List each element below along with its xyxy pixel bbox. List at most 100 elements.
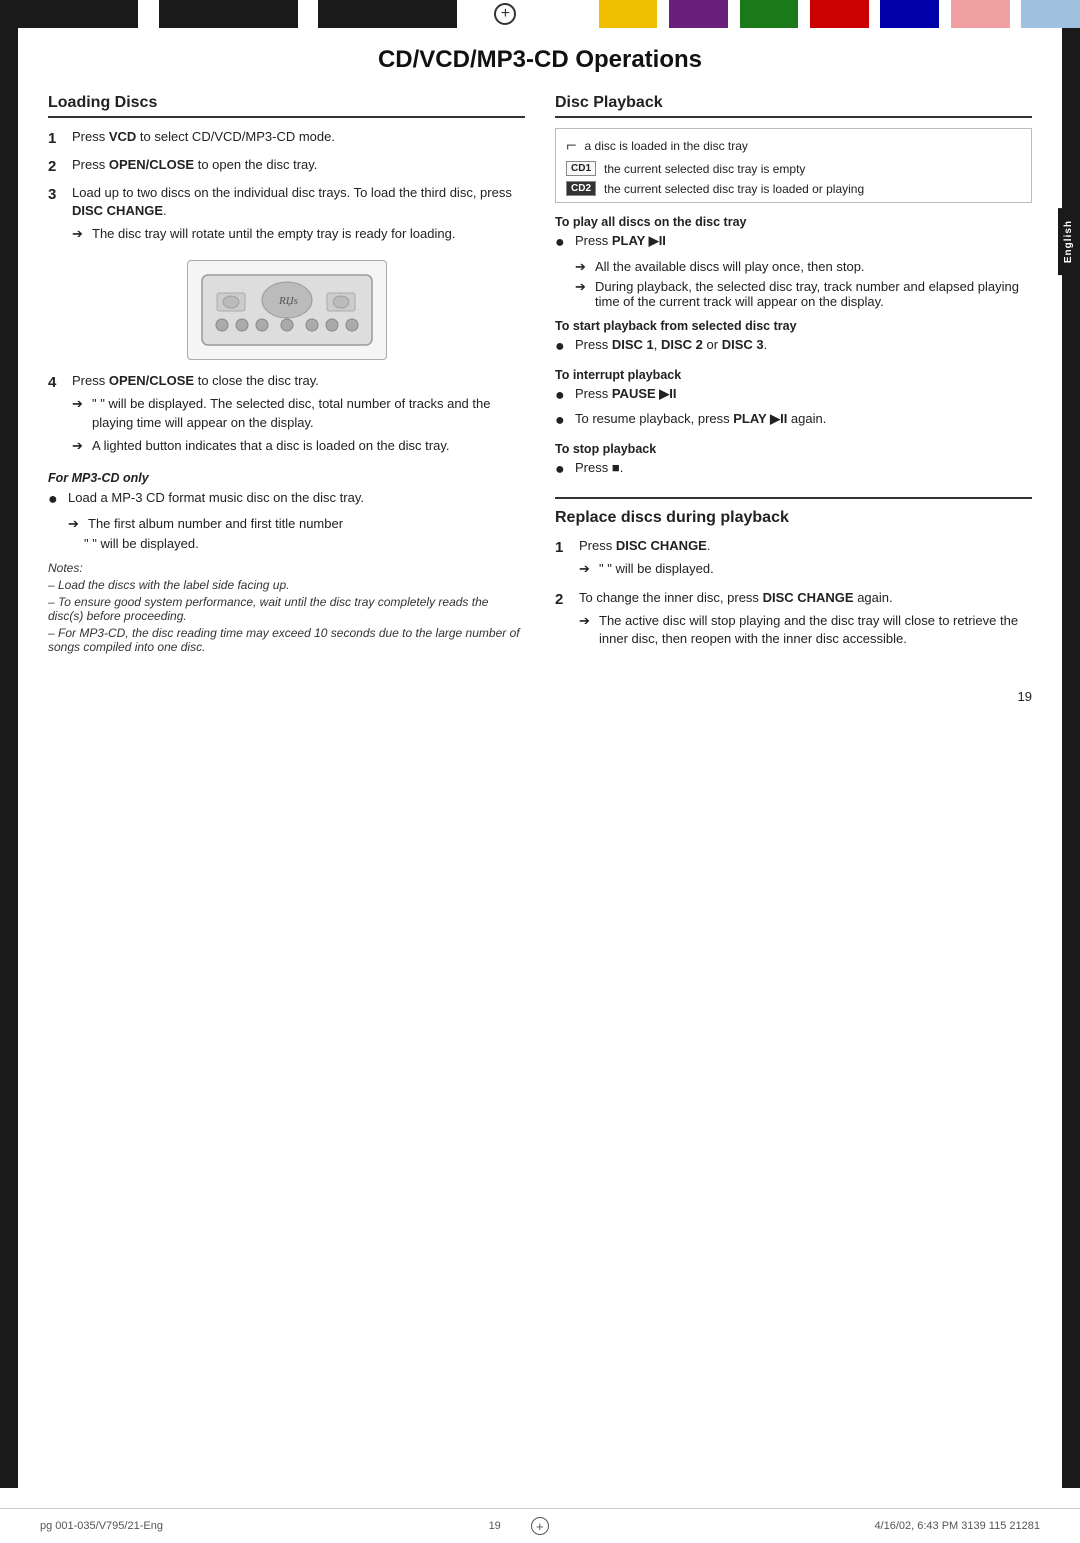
interrupt-title: To interrupt playback [555,368,1032,382]
play-all-title: To play all discs on the disc tray [555,215,1032,229]
interrupt-bullet-2: ● To resume playback, press PLAY ▶II aga… [555,411,1032,432]
list-item: 1 Press DISC CHANGE. ➔ " " will be displ… [555,537,1032,583]
step-num-3: 3 [48,184,66,249]
mp3-cd-section: For MP3-CD only ● Load a MP-3 CD format … [48,471,525,551]
bar-black-1 [0,0,138,28]
step-2-content: Press OPEN/CLOSE to open the disc tray. [72,156,525,178]
list-item: 2 Press OPEN/CLOSE to open the disc tray… [48,156,525,178]
page-wrapper: English CD/VCD/MP3-CD Operations Loading… [0,28,1080,1488]
note-3: – For MP3-CD, the disc reading time may … [48,626,525,654]
bar-pink [951,0,1010,28]
device-img-inner: RЏs [188,261,386,359]
main-content: English CD/VCD/MP3-CD Operations Loading… [18,28,1062,1488]
play-all-arrow1: ➔ All the available discs will play once… [575,259,1032,275]
play-all-arrow2: ➔ During playback, the selected disc tra… [575,279,1032,309]
bar-green [740,0,799,28]
interrupt-bullet-1: ● Press PAUSE ▶II [555,386,1032,407]
step-4-arrow2-text: A lighted button indicates that a disc i… [92,437,449,456]
replace-section: Replace discs during playback 1 Press DI… [555,497,1032,653]
bar-gap-y [657,0,669,28]
bar-purple [669,0,728,28]
replace-step-1-arrow: ➔ " " will be displayed. [579,560,1032,579]
selected-disc-bullet: ● Press DISC 1, DISC 2 or DISC 3. [555,337,1032,358]
bar-gap-p [728,0,740,28]
mp3-cd-title: For MP3-CD only [48,471,525,485]
disc-icon-desc-2: the current selected disc tray is empty [604,162,805,176]
replace-step-2-content: To change the inner disc, press DISC CHA… [579,589,1032,654]
col-right: Disc Playback ⌐ a disc is loaded in the … [555,94,1032,659]
cd-player-svg: RЏs [192,265,382,355]
mp3-bullet-item: ● Load a MP-3 CD format music disc on th… [48,490,525,511]
step-4-arrow2: ➔ A lighted button indicates that a disc… [72,437,525,456]
list-item: 4 Press OPEN/CLOSE to close the disc tra… [48,372,525,459]
page-num: 19 [48,689,1032,704]
disc-icon-row-2: CD1 the current selected disc tray is em… [566,161,1021,176]
stop-bullet: ● Press ■. [555,460,1032,481]
page-title: CD/VCD/MP3-CD Operations [48,46,1032,74]
loading-discs-header: Loading Discs [48,94,525,118]
replace-step-1-content: Press DISC CHANGE. ➔ " " will be display… [579,537,1032,583]
footer-center-num: 19 [489,1520,501,1532]
svg-text:RЏs: RЏs [278,295,298,307]
arrow-icon: ➔ [579,612,595,650]
bar-yellow [599,0,658,28]
footer-left: pg 001-035/V795/21-Eng [40,1520,163,1532]
bar-gap-b [939,0,951,28]
replace-steps-list: 1 Press DISC CHANGE. ➔ " " will be displ… [555,537,1032,653]
bullet-icon: ● [555,386,571,407]
play-all-bullet-1: ● Press PLAY ▶II [555,233,1032,254]
step-4-content: Press OPEN/CLOSE to close the disc tray.… [72,372,525,459]
bar-gap-1 [138,0,159,28]
replace-step-2-arrow-text: The active disc will stop playing and th… [599,612,1032,650]
bullet-icon: ● [555,460,571,481]
bar-crosshair-right [540,0,599,28]
replace-step-2-arrow: ➔ The active disc will stop playing and … [579,612,1032,650]
disc-icon-row-3: CD2 the current selected disc tray is lo… [566,181,1021,196]
content-columns: Loading Discs 1 Press VCD to select CD/V… [48,94,1032,659]
bullet-icon: ● [48,490,64,511]
step-1-content: Press VCD to select CD/VCD/MP3-CD mode. [72,128,525,150]
selected-disc-title: To start playback from selected disc tra… [555,319,1032,333]
list-item: 1 Press VCD to select CD/VCD/MP3-CD mode… [48,128,525,150]
replace-title: Replace discs during playback [555,509,1032,527]
top-color-bar [0,0,1080,28]
note-2: – To ensure good system performance, wai… [48,595,525,623]
bullet-icon: ● [555,233,571,254]
arrow-icon: ➔ [72,395,88,433]
arrow-icon: ➔ [575,279,591,309]
disc-playback-header: Disc Playback [555,94,1032,118]
bar-gap-2 [298,0,319,28]
disc-icon-desc-1: a disc is loaded in the disc tray [585,139,748,153]
side-bar-left [0,28,18,1488]
play-all-arrow2-text: During playback, the selected disc tray,… [595,279,1032,309]
english-tab: English [1058,208,1080,275]
crosshair-icon [494,3,516,25]
mp3-arrow2-text: " " will be displayed. [84,536,199,551]
list-item: 2 To change the inner disc, press DISC C… [555,589,1032,654]
step-num-2: 2 [48,156,66,178]
disc-badge-cd2: CD2 [566,181,596,196]
bar-lightblue [1021,0,1080,28]
bullet-icon: ● [555,337,571,358]
footer: pg 001-035/V795/21-Eng 19 + 4/16/02, 6:4… [0,1508,1080,1543]
mp3-bullet-text: Load a MP-3 CD format music disc on the … [68,490,364,505]
replace-step-num-1: 1 [555,537,573,583]
bullet-icon: ● [555,411,571,432]
bar-black-3 [318,0,456,28]
note-1: – Load the discs with the label side fac… [48,578,525,592]
arrow-icon: ➔ [68,516,84,532]
bar-blue [880,0,939,28]
stop-text: Press ■. [575,460,623,475]
notes-title: Notes: [48,561,525,575]
mp3-arrow1: ➔ The first album number and first title… [68,516,525,532]
footer-center: 19 + [489,1517,549,1535]
step-3-content: Load up to two discs on the individual d… [72,184,525,249]
stop-title: To stop playback [555,442,1032,456]
bar-gap-3 [457,0,471,28]
step-3-arrow: ➔ The disc tray will rotate until the em… [72,225,525,244]
footer-crosshair-icon: + [531,1517,549,1535]
device-image: RЏs [187,260,387,360]
arrow-icon: ➔ [575,259,591,275]
bar-gap-g [798,0,810,28]
step-num-4: 4 [48,372,66,459]
